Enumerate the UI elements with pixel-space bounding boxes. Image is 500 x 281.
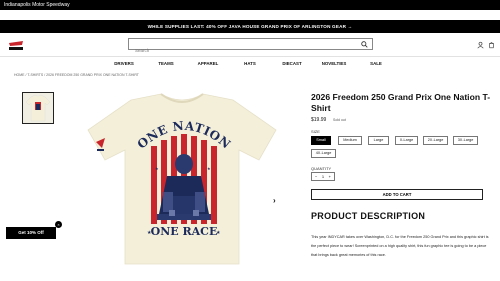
nav-diecast[interactable]: DIECAST <box>271 58 313 70</box>
product-title: 2026 Freedom 250 Grand Prix One Nation T… <box>311 92 491 113</box>
thumbnail-shirt-image <box>25 94 51 122</box>
top-site-bar: Indianapolis Motor Speedway <box>0 0 500 10</box>
account-icon[interactable] <box>477 41 484 49</box>
quantity-stepper[interactable]: − 1 + <box>311 172 335 181</box>
shirt-text-bottom: ONE RACE <box>151 225 218 238</box>
indycar-logo[interactable] <box>8 39 24 51</box>
product-description-heading: PRODUCT DESCRIPTION <box>311 211 426 221</box>
quantity-label: QUANTITY <box>311 166 332 171</box>
promo-banner[interactable]: WHILE SUPPLIES LAST: 40% OFF JAVA HOUSE … <box>0 20 500 33</box>
discount-popup-button[interactable]: Get 10% Off <box>6 227 56 239</box>
sold-out-label: Sold out <box>333 118 346 122</box>
nav-teams[interactable]: TEAMS <box>145 58 187 70</box>
discount-popup-close-icon[interactable]: × <box>55 221 62 228</box>
search-input[interactable] <box>129 45 349 56</box>
quantity-decrease-button[interactable]: − <box>315 173 317 180</box>
nav-sale[interactable]: SALE <box>355 58 397 70</box>
promo-text: WHILE SUPPLIES LAST: 40% OFF JAVA HOUSE … <box>147 24 353 29</box>
size-option-medium[interactable]: Medium <box>338 136 362 145</box>
size-option-4xlarge[interactable]: 4X-Large <box>311 149 336 158</box>
product-thumbnail[interactable] <box>22 92 54 124</box>
size-option-2xlarge[interactable]: 2X-Large <box>423 136 448 145</box>
next-image-arrow[interactable]: › <box>273 196 276 205</box>
breadcrumb[interactable]: HOME / T-SHIRTS / 2026 FREEDOM 250 GRAND… <box>14 73 139 77</box>
site-name[interactable]: Indianapolis Motor Speedway <box>4 2 70 8</box>
size-option-xlarge[interactable]: X-Large <box>395 136 418 145</box>
quantity-value[interactable]: 1 <box>322 173 324 180</box>
quantity-increase-button[interactable]: + <box>329 173 331 180</box>
main-product-image[interactable]: ★ ★ ★ ★ ★ ★ ★ ★ ONE NATION ONE RACE ★ ★ <box>71 92 293 267</box>
site-header <box>0 33 500 57</box>
search-icon[interactable] <box>361 41 368 48</box>
product-description-text: This year INDYCAR takes over Washington,… <box>311 235 489 258</box>
t-shirt-image: ★ ★ ★ ★ ★ ★ ★ ★ ONE NATION ONE RACE ★ ★ <box>87 93 277 265</box>
svg-text:★: ★ <box>216 230 221 236</box>
svg-text:★: ★ <box>207 166 211 171</box>
size-option-3xlarge[interactable]: 3X-Large <box>453 136 478 145</box>
nav-drivers[interactable]: DRIVERS <box>103 58 145 70</box>
add-to-cart-button[interactable]: ADD TO CART <box>311 189 483 200</box>
nav-hats[interactable]: HATS <box>229 58 271 70</box>
cart-icon[interactable] <box>488 41 495 49</box>
svg-text:★: ★ <box>155 166 159 171</box>
svg-text:★: ★ <box>147 230 152 236</box>
product-price: $19.99 <box>311 117 327 123</box>
size-label: SIZE <box>311 129 320 134</box>
size-option-small[interactable]: Small <box>311 136 331 145</box>
main-navigation: DRIVERS TEAMS APPAREL HATS DIECAST NOVEL… <box>0 58 500 70</box>
nav-apparel[interactable]: APPAREL <box>187 58 229 70</box>
size-option-large[interactable]: Large <box>368 136 389 145</box>
search-box[interactable] <box>128 38 373 56</box>
nav-novelties[interactable]: NOVELTIES <box>313 58 355 70</box>
